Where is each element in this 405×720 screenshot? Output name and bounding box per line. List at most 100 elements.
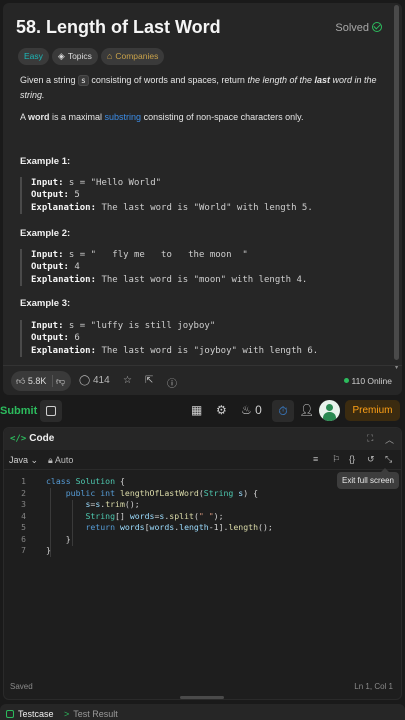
pill-divider [52, 375, 53, 387]
premium-button[interactable]: Premium [345, 400, 400, 421]
problem-title: 58. Length of Last Word [16, 17, 221, 37]
save-status: Saved [10, 682, 33, 691]
submit-button[interactable]: Submit [0, 401, 41, 421]
example-3-heading: Example 3: [20, 298, 71, 309]
code-editor-panel: </> Code ⛶ ︿ Java ⌄ 🔒︎ Auto ≡ ⚐ {} ↺ ⤡ Ex… [3, 427, 402, 700]
fullscreen-icon[interactable]: ⛶ [367, 433, 373, 444]
gear-icon[interactable]: ⚙ [216, 403, 227, 417]
chevron-right-icon: > [64, 709, 70, 719]
solved-status: Solved [335, 21, 382, 34]
panel-resize-handle[interactable] [180, 696, 224, 699]
solved-label: Solved [335, 22, 369, 34]
chevron-up-icon[interactable]: ︿ [385, 433, 394, 446]
avatar-body [323, 412, 336, 421]
code-line: s=s.trim(); [85, 499, 140, 509]
braces-icon[interactable]: {} [349, 454, 355, 464]
code-line: String[] words=s.split(" "); [85, 510, 224, 521]
code-line: } [46, 545, 51, 555]
streak-count: 0 [255, 403, 262, 417]
add-user-icon[interactable]: 👤︎ [299, 403, 314, 417]
desc-bold: word [28, 112, 50, 122]
output-label: Output: [31, 262, 69, 273]
code-line: public int lengthOfLastWord(String s) { [65, 487, 259, 498]
bottom-tabs: Testcase > Test Result [0, 704, 405, 720]
reset-icon[interactable]: ↺ [367, 454, 375, 465]
difficulty-tag[interactable]: Easy [18, 48, 49, 65]
code-brackets-icon: </> [10, 434, 27, 444]
example-2-heading: Example 2: [20, 228, 71, 239]
like-count: 5.8K [27, 376, 47, 386]
line-number-gutter: 1 2 3 4 5 6 7 [4, 476, 28, 557]
description-panel: 58. Length of Last Word Solved Easy ◈ Topi… [3, 3, 402, 395]
streak-button[interactable]: ♨ 0 [241, 403, 262, 417]
online-indicator: 110 Online [343, 376, 392, 386]
code-line: class Solution { [46, 476, 125, 486]
timer-button[interactable]: ⏱ [272, 400, 294, 422]
line-number: 1 [21, 477, 26, 486]
thumbs-down-icon[interactable]: 👎︎ [56, 371, 65, 391]
desc-emphasis-bold: last [314, 75, 331, 85]
fire-icon: ♨ [241, 403, 252, 417]
thumbs-up-icon: 👍︎ [16, 376, 26, 386]
desc-text: Given a string [20, 75, 79, 85]
language-select[interactable]: Java ⌄ [9, 455, 38, 466]
input-label: Input: [31, 178, 64, 188]
like-button[interactable]: 👍︎ 5.8K [16, 371, 46, 391]
description-paragraph: Given a string s consisting of words and… [20, 73, 382, 102]
tag-list: Easy ◈ Topics ⌂ Companies [18, 48, 167, 66]
explanation-label: Explanation: [31, 202, 97, 213]
topics-tag[interactable]: ◈ Topics [51, 48, 98, 65]
companies-tag[interactable]: ⌂ Companies [100, 48, 165, 65]
explanation-value: The last word is "moon" with length 4. [96, 274, 308, 285]
line-number: 6 [21, 534, 26, 544]
substring-link[interactable]: substring [105, 112, 142, 122]
notes-button[interactable] [40, 400, 62, 422]
example-1-box: Input: s = "Hello World" Output: 5 Expla… [20, 177, 375, 214]
star-icon[interactable]: ☆ [123, 375, 132, 386]
description-scroll-area[interactable]: 58. Length of Last Word Solved Easy ◈ Topi… [3, 3, 402, 365]
help-icon[interactable]: ⓘ [167, 375, 177, 390]
stopwatch-icon: ⏱ [278, 404, 288, 418]
format-icon[interactable]: ≡ [313, 454, 318, 464]
output-label: Output: [31, 333, 69, 344]
explanation-value: The last word is "joyboy" with length 6. [96, 345, 319, 356]
code-tab[interactable]: </> Code [10, 433, 54, 444]
line-number: 5 [21, 523, 26, 532]
output-value: 6 [68, 333, 80, 344]
online-dot [343, 378, 349, 383]
word-definition: A word is a maximal substring consisting… [20, 110, 382, 124]
description-scrollbar[interactable] [394, 5, 399, 360]
auto-label: Auto [54, 455, 74, 465]
input-value: s = "Hello World" [63, 178, 162, 188]
desc-text: A [20, 112, 29, 122]
code-area[interactable]: class Solution { public int lengthOfLast… [46, 476, 391, 557]
comment-icon: ◯ [79, 375, 91, 386]
lock-icon: 🔒︎ [48, 455, 53, 465]
editor-topbar: Submit ▦ ⚙ ♨ 0 ⏱ 👤︎ Premium [0, 397, 405, 424]
example-3-box: Input: s = "luffy is still joyboy" Outpu… [20, 320, 375, 357]
tab-test-result[interactable]: > Test Result [64, 709, 118, 719]
bookmark-icon[interactable]: ⚐ [332, 454, 340, 465]
exit-fullscreen-icon[interactable]: ⤡ [385, 454, 392, 465]
tab-test-result-label: Test Result [73, 709, 118, 719]
desc-text: consisting of words and spaces, return [88, 75, 248, 85]
layout-grid-icon[interactable]: ▦ [191, 403, 202, 417]
code-header: </> Code ⛶ ︿ [4, 428, 401, 450]
auto-save-toggle[interactable]: 🔒︎ Auto [48, 455, 73, 466]
tag-icon: ◈ [57, 51, 65, 61]
line-number: 7 [21, 546, 26, 555]
title-row: 58. Length of Last Word Solved [16, 17, 382, 43]
language-value: Java [9, 455, 29, 465]
share-icon[interactable]: ⇱ [145, 375, 153, 386]
explanation-label: Explanation: [31, 274, 97, 285]
code-tab-label: Code [29, 433, 55, 444]
line-number: 3 [21, 500, 26, 509]
comments-button[interactable]: ◯ 414 [79, 375, 110, 386]
output-value: 4 [68, 262, 80, 273]
avatar[interactable] [319, 400, 340, 421]
desc-text: is a maximal [49, 112, 105, 122]
check-circle-icon [372, 22, 382, 32]
companies-label: Companies [115, 51, 159, 61]
tab-testcase[interactable]: Testcase [6, 709, 54, 719]
editor-toolbar: Java ⌄ 🔒︎ Auto ≡ ⚐ {} ↺ ⤡ [4, 450, 401, 470]
